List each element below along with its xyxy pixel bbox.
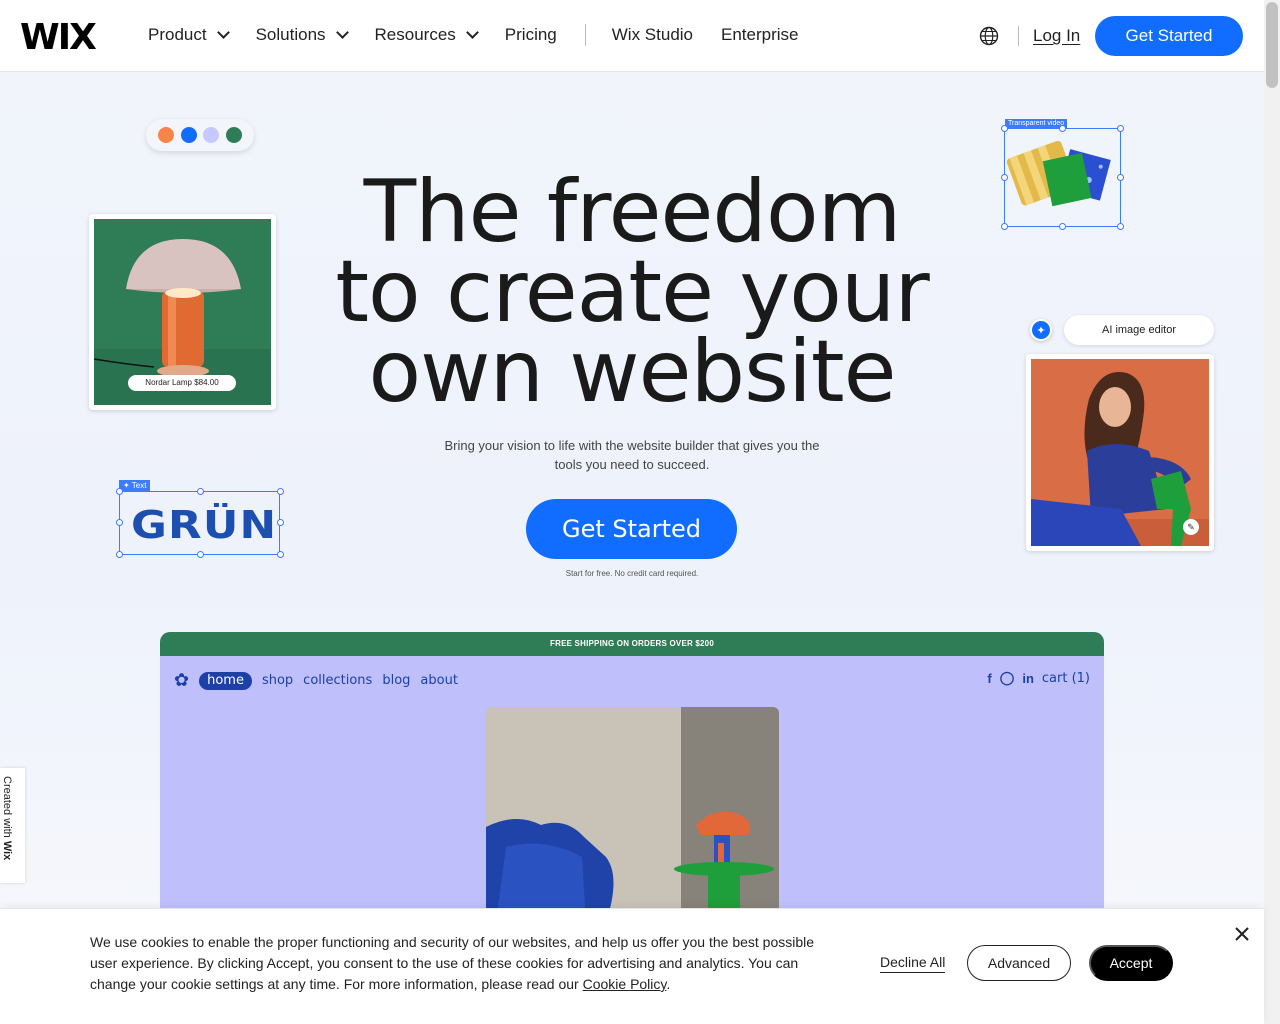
woman-illustration [1031,359,1209,546]
cookie-message: We use cookies to enable the proper func… [90,934,815,992]
resize-handle[interactable] [1117,174,1124,181]
hero-note: Start for free. No credit card required. [565,569,699,578]
video-element-selection[interactable] [1004,128,1121,227]
created-with-brand: Wix [1,840,13,861]
resize-handle[interactable] [1001,223,1008,230]
top-header: WIX Product Solutions Resources Pricing … [0,0,1264,72]
created-with-wix-label: Created with Wix [1,776,13,860]
resize-handle[interactable] [1117,125,1124,132]
woman-image: ✎ [1031,359,1209,546]
chevron-down-icon [465,26,479,39]
nav-product[interactable]: Product [148,25,230,45]
accept-button[interactable]: Accept [1089,945,1173,981]
close-icon[interactable] [1233,925,1251,943]
created-with-prefix: Created with [1,776,13,841]
resize-handle[interactable] [1117,223,1124,230]
preview-nav-blog[interactable]: blog [382,673,410,688]
sparkle-icon[interactable]: ✦ [1030,319,1052,341]
nav-divider [584,24,586,46]
cookie-message-text: We use cookies to enable the proper func… [90,934,815,992]
preview-hero-image [486,707,779,908]
nav-solutions-label: Solutions [255,25,326,44]
preview-nav-right: f ◯ in cart (1) [979,670,1090,686]
resize-handle[interactable] [1059,125,1066,132]
hero-section: Nordar Lamp $84.00 ✦ Text GRÜN The freed… [0,72,1264,908]
price-tag: Nordar Lamp $84.00 [128,375,236,391]
ai-image-editor-pill[interactable]: AI image editor [1064,315,1214,345]
resize-handle[interactable] [1059,223,1066,230]
nav-resources-label: Resources [374,25,456,44]
resize-handle[interactable] [197,551,204,558]
globe-icon[interactable] [979,26,999,46]
nav-pricing[interactable]: Pricing [505,25,557,45]
hero-subtitle: Bring your vision to life with the websi… [444,438,820,472]
flower-logo-icon: ✿ [174,670,190,691]
login-link[interactable]: Log In [1033,26,1080,46]
color-palette-pill [146,119,254,151]
linkedin-icon[interactable]: in [1022,671,1034,686]
chevron-down-icon [335,26,349,39]
palette-dot [158,127,175,143]
preview-banner: FREE SHIPPING ON ORDERS OVER $200 [160,632,1104,656]
nav-pricing-label: Pricing [504,25,557,44]
preview-nav-collections[interactable]: collections [303,673,372,688]
preview-nav-about[interactable]: about [420,673,458,688]
preview-nav: ✿ home shop collections blog about [174,670,468,691]
living-room-illustration [486,707,779,908]
text-tag-label: Text [131,481,147,490]
text-element-tag: ✦ Text [119,480,151,491]
edit-image-icon[interactable]: ✎ [1183,519,1199,535]
nav-resources[interactable]: Resources [374,25,479,45]
resize-handle[interactable] [116,551,123,558]
preview-nav-shop[interactable]: shop [262,673,293,688]
resize-handle[interactable] [116,488,123,495]
main-nav: Product Solutions Resources Pricing Wix … [148,24,827,46]
nav-product-label: Product [148,25,207,44]
palette-dot [225,127,242,143]
resize-handle[interactable] [277,488,284,495]
resize-handle[interactable] [197,488,204,495]
instagram-icon[interactable]: ◯ [1000,670,1015,686]
wix-logo[interactable]: WIX [20,17,97,58]
hero-title: The freedom to create your own website [232,169,1032,415]
facebook-icon[interactable]: f [987,671,991,686]
preview-nav-home[interactable]: home [199,671,252,690]
decline-all-button[interactable]: Decline All [880,954,946,973]
palette-dot [203,127,220,143]
page-scrollbar[interactable] [1264,0,1280,1024]
hero-title-line-3: own website [368,322,897,422]
ai-image-card: ✎ [1026,354,1214,551]
resize-handle[interactable] [116,519,123,526]
header-divider [1018,26,1019,46]
nav-wix-studio[interactable]: Wix Studio [612,25,693,45]
nav-enterprise[interactable]: Enterprise [721,25,798,45]
nav-enterprise-label: Enterprise [721,25,799,44]
cookie-banner: We use cookies to enable the proper func… [0,908,1264,1024]
scrollbar-thumb[interactable] [1266,2,1278,88]
get-started-hero-button[interactable]: Get Started [526,499,737,559]
cookie-policy-link[interactable]: Cookie Policy [583,976,667,992]
resize-handle[interactable] [1001,174,1008,181]
get-started-header-button[interactable]: Get Started [1095,16,1243,56]
brand-text: GRÜN [131,503,278,547]
resize-handle[interactable] [277,519,284,526]
chevron-down-icon [216,26,230,39]
transparent-video-illustration [1006,140,1111,207]
resize-handle[interactable] [1001,125,1008,132]
nav-solutions[interactable]: Solutions [255,25,349,45]
palette-dot [180,127,197,143]
preview-cart[interactable]: cart (1) [1042,671,1090,686]
resize-handle[interactable] [277,551,284,558]
advanced-button[interactable]: Advanced [967,945,1071,981]
template-preview: FREE SHIPPING ON ORDERS OVER $200 ✿ home… [160,632,1104,908]
nav-wix-studio-label: Wix Studio [611,25,694,44]
